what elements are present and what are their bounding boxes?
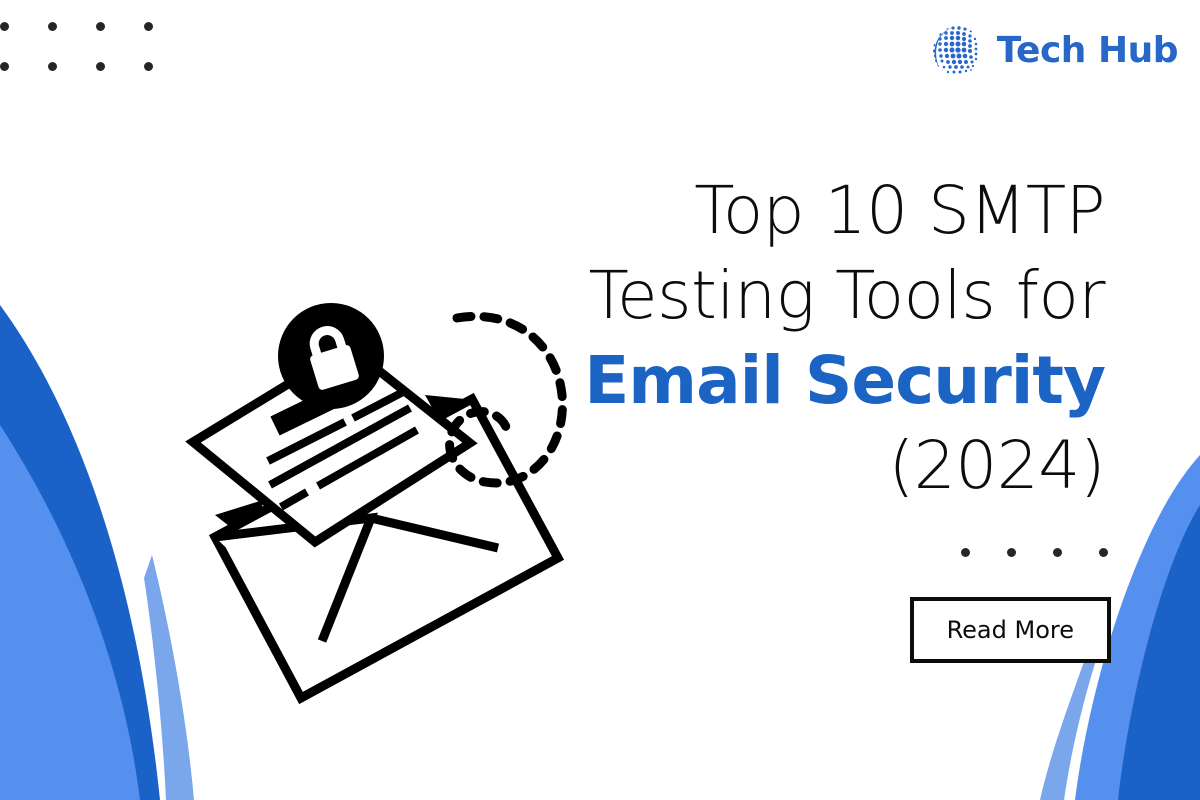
separator-dot xyxy=(1007,548,1016,557)
separator-dot xyxy=(961,548,970,557)
grid-dot xyxy=(96,22,105,31)
grid-dot xyxy=(0,62,9,71)
grid-dot xyxy=(0,22,9,31)
headline-line-1: Top 10 SMTP xyxy=(694,172,1105,249)
brand-name: Tech Hub xyxy=(996,30,1179,71)
read-more-button[interactable]: Read More xyxy=(909,597,1111,663)
left-light-curve-shape xyxy=(0,425,140,800)
right-pale-crescent-shape xyxy=(1040,640,1100,800)
separator-dot xyxy=(1053,548,1062,557)
dot-grid-decoration xyxy=(0,0,200,80)
right-dark-curve-shape xyxy=(1112,500,1200,800)
banner-canvas: Tech Hub Top 10 SMTP Testing Tools for E… xyxy=(0,0,1200,800)
grid-dot xyxy=(48,22,57,31)
grid-dot xyxy=(48,62,57,71)
separator-dot xyxy=(1099,548,1108,557)
halftone-sphere-icon xyxy=(932,25,981,77)
left-dark-curve-shape xyxy=(0,305,160,800)
brand-logo[interactable]: Tech Hub xyxy=(929,24,1179,78)
separator-dots xyxy=(961,548,1108,557)
grid-dot xyxy=(144,22,153,31)
lock-badge-icon xyxy=(278,303,384,409)
secure-email-illustration xyxy=(185,303,567,705)
grid-dot xyxy=(144,62,153,71)
grid-dot xyxy=(96,62,105,71)
